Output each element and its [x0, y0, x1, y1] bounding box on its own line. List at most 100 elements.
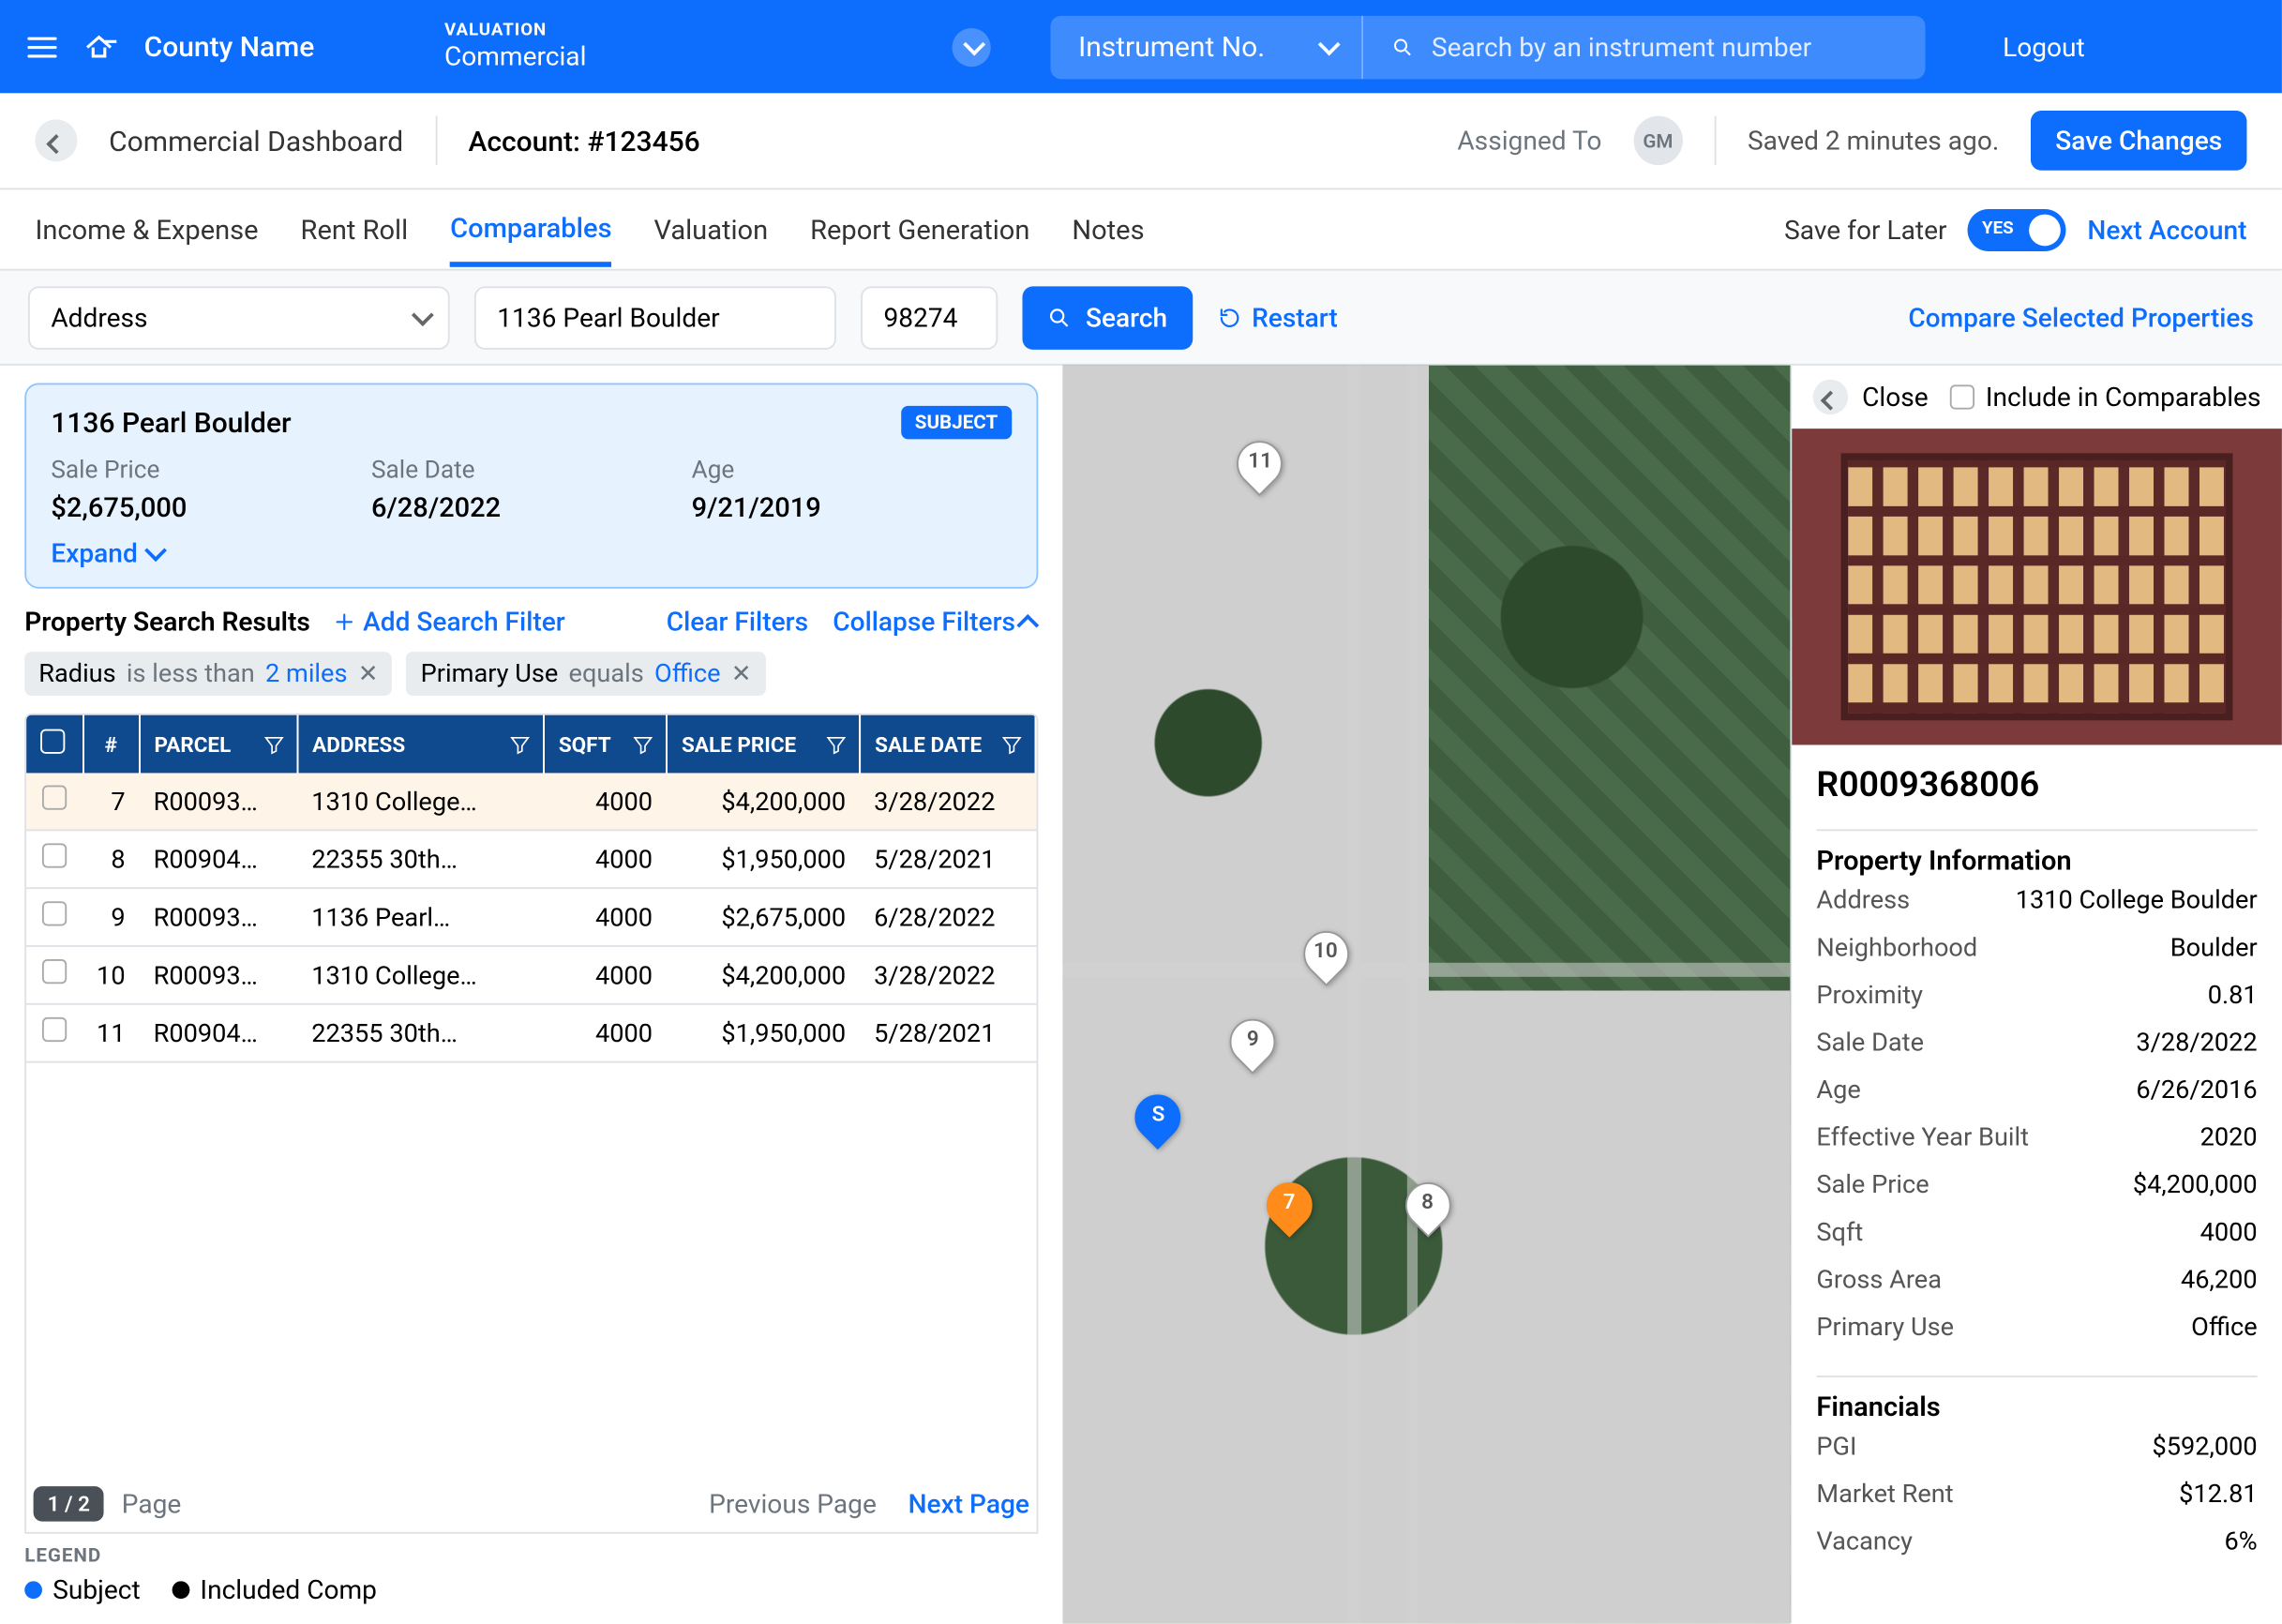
table-row[interactable]: 8 R00904… 22355 30th… 4000 $1,950,000 5/…: [26, 830, 1035, 888]
filter-icon[interactable]: [824, 731, 848, 756]
row-checkbox[interactable]: [42, 901, 67, 925]
legend-subject: Subject: [24, 1574, 140, 1606]
valuation-selector[interactable]: VALUATION Commercial: [374, 21, 586, 71]
subject-date-value: 6/28/2022: [371, 492, 692, 524]
filter-icon[interactable]: [631, 731, 655, 756]
address-input[interactable]: [497, 301, 813, 333]
map-pin[interactable]: 8: [1404, 1183, 1450, 1243]
legend-included: Included Comp: [172, 1574, 377, 1606]
column-header[interactable]: ADDRESS: [297, 715, 544, 774]
section-financials: Financials: [1816, 1376, 2257, 1423]
tab-valuation[interactable]: Valuation: [653, 196, 768, 263]
detail-row: Gross Area46,200: [1816, 1256, 2257, 1304]
expand-label: Expand: [51, 537, 137, 569]
menu-icon[interactable]: [24, 29, 59, 64]
map-pin[interactable]: 7: [1267, 1183, 1313, 1243]
row-checkbox[interactable]: [42, 843, 67, 867]
search-button[interactable]: Search: [1022, 285, 1192, 348]
tab-notes[interactable]: Notes: [1072, 196, 1144, 263]
results-table: #PARCELADDRESSSQFTSALE PRICESALE DATE 7 …: [26, 715, 1036, 1063]
map[interactable]: 11 10 9S 7 8: [1063, 366, 1791, 1624]
table-row[interactable]: 11 R00904… 22355 30th… 4000 $1,950,000 5…: [26, 1004, 1035, 1062]
filter-icon[interactable]: [507, 731, 532, 756]
map-pin[interactable]: S: [1135, 1095, 1181, 1155]
row-checkbox[interactable]: [42, 786, 67, 810]
search-icon: [1391, 35, 1414, 59]
search-icon: [1047, 305, 1072, 329]
include-checkbox[interactable]: Include in Comparables: [1950, 382, 2260, 414]
detail-row: Vacancy6%: [1816, 1518, 2257, 1566]
plus-icon: [331, 609, 355, 634]
detail-row: Market Rent$12.81: [1816, 1470, 2257, 1518]
clear-filters-link[interactable]: Clear Filters: [667, 606, 808, 638]
filter-icon[interactable]: [262, 731, 286, 756]
select-all-checkbox[interactable]: [40, 729, 65, 754]
column-header[interactable]: SALE DATE: [860, 715, 1035, 774]
restart-icon: [1217, 305, 1241, 329]
add-filter-link[interactable]: Add Search Filter: [331, 606, 564, 638]
tab-income-expense[interactable]: Income & Expense: [35, 196, 258, 263]
divider: [435, 116, 437, 165]
table-row[interactable]: 9 R00093… 1136 Pearl… 4000 $2,675,000 6/…: [26, 888, 1035, 946]
expand-link[interactable]: Expand: [51, 537, 1012, 569]
breadcrumb[interactable]: Commercial Dashboard: [109, 124, 403, 158]
filter-chip[interactable]: Primary Use equals Office ✕: [407, 652, 766, 696]
page-label: Page: [122, 1488, 182, 1520]
filter-icon[interactable]: [999, 731, 1024, 756]
search-type-select[interactable]: Instrument No.: [1050, 15, 1363, 78]
next-page-link[interactable]: Next Page: [908, 1488, 1029, 1520]
address-input-wrap: [474, 285, 836, 348]
map-pin[interactable]: 10: [1303, 931, 1349, 991]
save-changes-button[interactable]: Save Changes: [2031, 111, 2246, 171]
close-panel-button[interactable]: [1813, 380, 1848, 414]
column-header[interactable]: #: [83, 715, 140, 774]
close-icon[interactable]: ✕: [358, 660, 379, 688]
search-field-select[interactable]: Address: [28, 285, 450, 348]
subject-price-label: Sale Price: [51, 457, 371, 485]
zip-input-wrap: [861, 285, 998, 348]
table-row[interactable]: 7 R00093… 1310 College… 4000 $4,200,000 …: [26, 773, 1035, 830]
table-row[interactable]: 10 R00093… 1310 College… 4000 $4,200,000…: [26, 946, 1035, 1004]
row-checkbox[interactable]: [42, 959, 67, 984]
logout-link[interactable]: Logout: [2003, 31, 2085, 63]
prev-page-link[interactable]: Previous Page: [709, 1488, 877, 1520]
detail-row: PGI$592,000: [1816, 1423, 2257, 1471]
parcel-id: R0009368006: [1816, 762, 2257, 804]
column-header[interactable]: SALE PRICE: [667, 715, 860, 774]
close-icon[interactable]: ✕: [731, 660, 752, 688]
chevron-up-icon: [1022, 606, 1038, 638]
back-button[interactable]: [35, 119, 77, 161]
include-label: Include in Comparables: [1986, 382, 2261, 414]
save-later-toggle[interactable]: YES: [1968, 208, 2066, 250]
map-pin[interactable]: 11: [1238, 441, 1284, 501]
collapse-filters-label: Collapse Filters: [833, 606, 1015, 638]
toggle-yes-label: YES: [1982, 219, 2014, 239]
county-name[interactable]: County Name: [144, 30, 350, 64]
detail-row: Proximity0.81: [1816, 971, 2257, 1019]
restart-link[interactable]: Restart: [1217, 301, 1338, 333]
next-account-link[interactable]: Next Account: [2087, 214, 2246, 246]
tab-report-generation[interactable]: Report Generation: [810, 196, 1029, 263]
tab-rent-roll[interactable]: Rent Roll: [301, 196, 409, 263]
top-header: County Name VALUATION Commercial Instrum…: [0, 0, 2282, 93]
map-pin[interactable]: 9: [1230, 1019, 1276, 1079]
section-property-info: Property Information: [1816, 829, 2257, 877]
legend-title: LEGEND: [24, 1544, 1038, 1567]
close-label[interactable]: Close: [1862, 382, 1929, 414]
avatar[interactable]: GM: [1633, 116, 1682, 165]
subject-card: 1136 Pearl Boulder SUBJECT Sale Price Sa…: [24, 383, 1038, 588]
results-header: Property Search Results Add Search Filte…: [24, 606, 1038, 638]
column-header[interactable]: PARCEL: [140, 715, 298, 774]
header-search-input[interactable]: [1432, 31, 1898, 63]
column-header[interactable]: SQFT: [544, 715, 667, 774]
chevron-down-icon: [144, 537, 160, 569]
row-checkbox[interactable]: [42, 1017, 67, 1042]
compare-selected-link[interactable]: Compare Selected Properties: [1908, 301, 2254, 333]
filter-chips: Radius is less than 2 miles ✕ Primary Use…: [24, 652, 1038, 696]
dropdown-icon[interactable]: [952, 27, 990, 66]
zip-input[interactable]: [883, 301, 974, 333]
collapse-filters-link[interactable]: Collapse Filters: [833, 606, 1038, 638]
subject-title: 1136 Pearl Boulder: [51, 406, 291, 440]
filter-chip[interactable]: Radius is less than 2 miles ✕: [24, 652, 392, 696]
tab-comparables[interactable]: Comparables: [450, 194, 611, 266]
